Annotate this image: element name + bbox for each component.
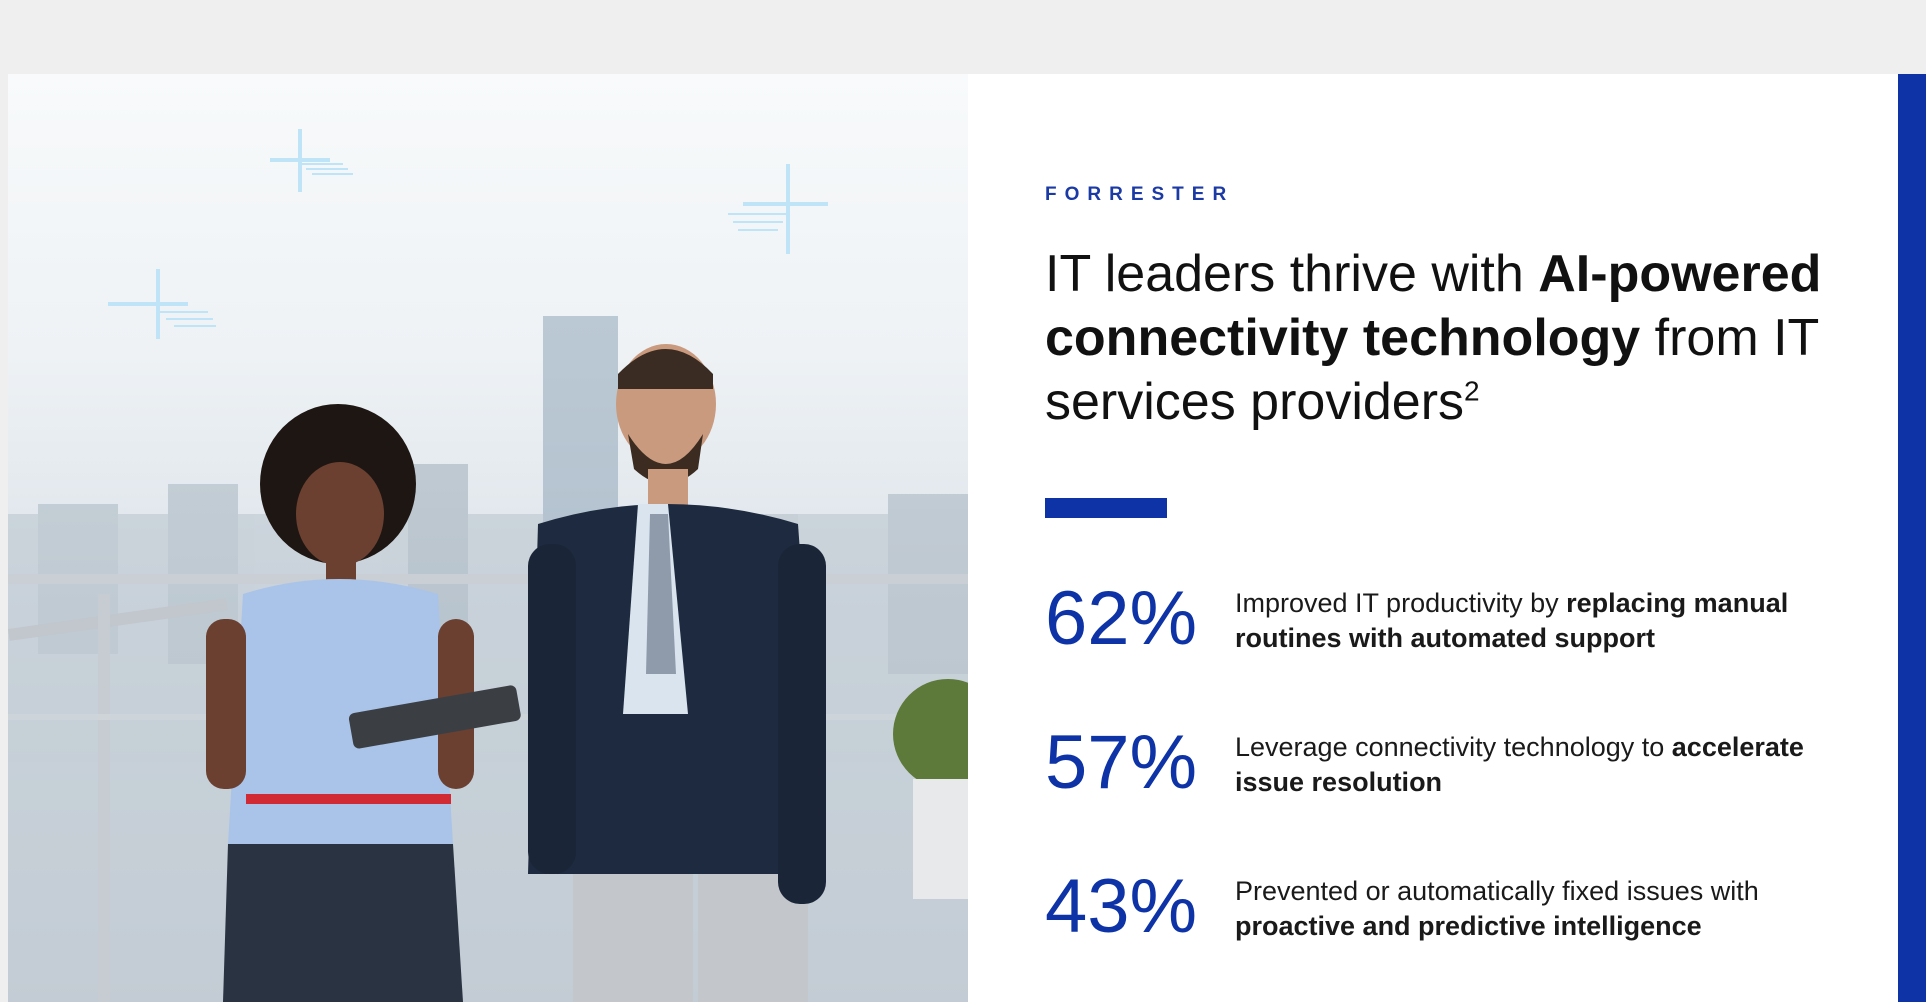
stat-value: 62% — [1045, 576, 1198, 661]
stat-item: 43% Prevented or automatically fixed iss… — [1045, 864, 1865, 1002]
stat-text: Prevented or automatically fixed issues … — [1235, 876, 1759, 906]
stat-text: Improved IT productivity by — [1235, 588, 1567, 618]
headline-footnote: 2 — [1464, 375, 1480, 407]
stat-text: Leverage connectivity technology to — [1235, 732, 1672, 762]
stats-list: 62% Improved IT productivity by replacin… — [1045, 576, 1865, 1002]
stat-text-bold: proactive and predictive intelligence — [1235, 911, 1702, 941]
stat-value: 57% — [1045, 720, 1198, 805]
office-photo-illustration — [8, 316, 968, 1002]
page: FORRESTER IT leaders thrive with AI-powe… — [0, 0, 1926, 1002]
headline: IT leaders thrive with AI-powered connec… — [1045, 242, 1845, 434]
stat-description: Prevented or automatically fixed issues … — [1235, 874, 1835, 944]
brand-label: FORRESTER — [1045, 184, 1235, 205]
hero-photo — [8, 74, 968, 1002]
right-accent-bar — [1898, 74, 1926, 1002]
content-card: FORRESTER IT leaders thrive with AI-powe… — [8, 74, 1926, 1002]
stat-value: 43% — [1045, 864, 1198, 949]
accent-divider — [1045, 498, 1167, 518]
stat-description: Improved IT productivity by replacing ma… — [1235, 586, 1835, 656]
stat-description: Leverage connectivity technology to acce… — [1235, 730, 1835, 800]
stat-item: 57% Leverage connectivity technology to … — [1045, 720, 1865, 864]
report-summary: FORRESTER IT leaders thrive with AI-powe… — [1045, 184, 1865, 1002]
stat-item: 62% Improved IT productivity by replacin… — [1045, 576, 1865, 720]
headline-part1: IT leaders thrive with — [1045, 245, 1539, 303]
